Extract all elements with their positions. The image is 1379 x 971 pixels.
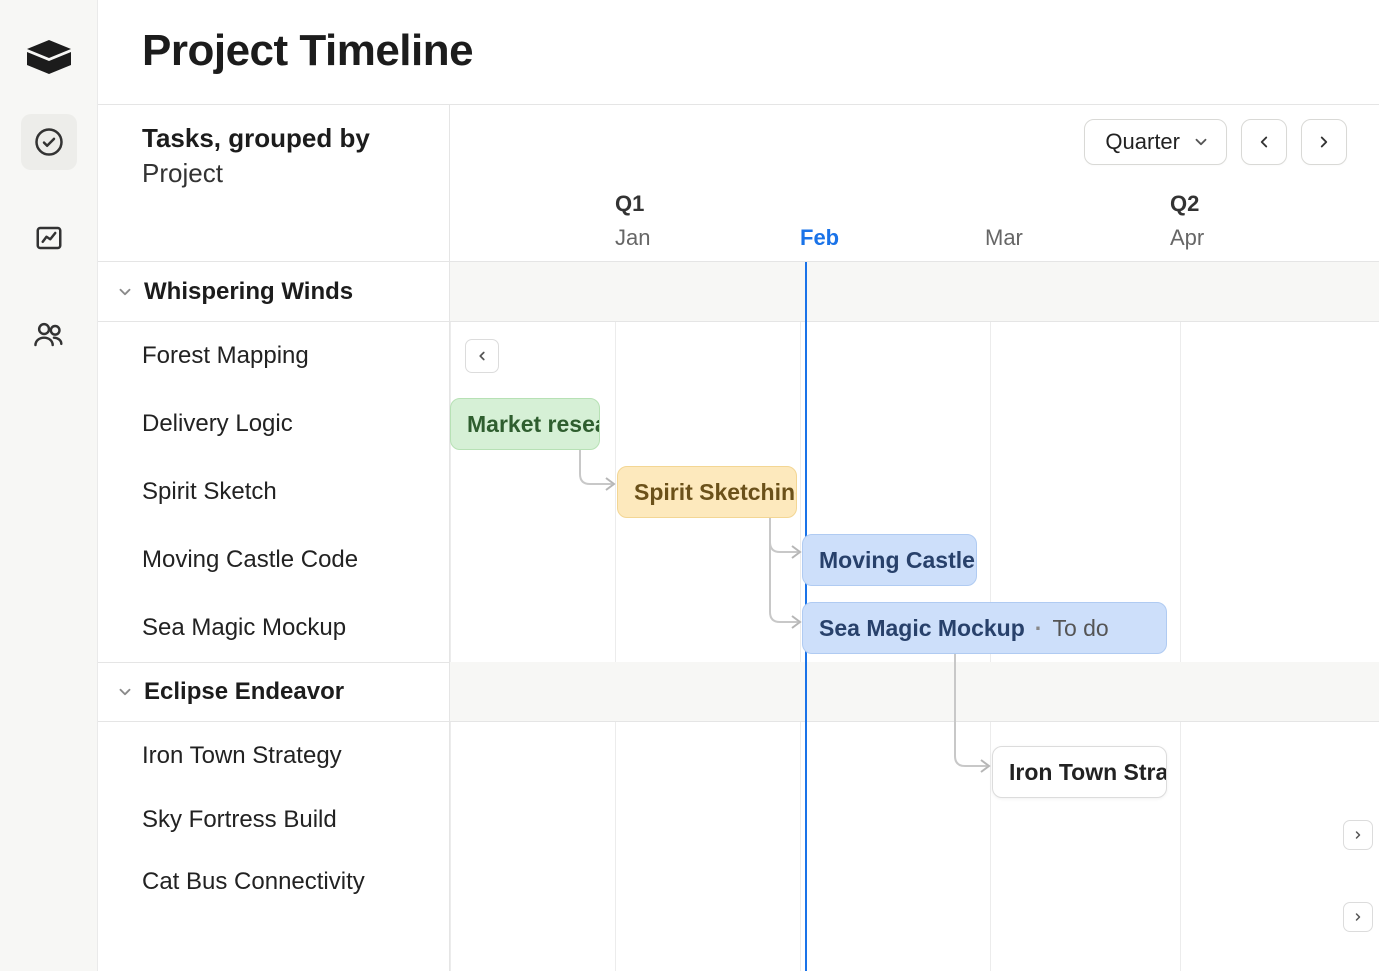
task-row[interactable]: Delivery Logic <box>98 390 449 458</box>
chevron-right-icon <box>1315 133 1333 151</box>
task-bar-sea-magic[interactable]: Sea Magic Mockup · To do <box>802 602 1167 654</box>
task-row[interactable]: Spirit Sketch <box>98 458 449 526</box>
group-by-pane: Tasks, grouped by Project <box>98 105 450 261</box>
chevron-down-icon <box>1192 133 1210 151</box>
timeline-canvas: Market research Spirit Sketching Moving … <box>450 262 1379 971</box>
month-label-current: Feb <box>800 225 839 251</box>
task-bar-spirit-sketch[interactable]: Spirit Sketching <box>617 466 797 518</box>
main: Project Timeline Tasks, grouped by Proje… <box>98 0 1379 971</box>
chart-icon <box>34 223 64 253</box>
group-name: Eclipse Endeavor <box>144 678 344 706</box>
check-circle-icon <box>34 127 64 157</box>
task-bar-moving-castle[interactable]: Moving Castle <box>802 534 977 586</box>
page-title: Project Timeline <box>142 26 1335 76</box>
quarter-label: Q2 <box>1170 191 1199 217</box>
separator-dot: · <box>1035 615 1043 642</box>
sidebar <box>0 0 98 971</box>
task-bar-status: To do <box>1052 615 1108 642</box>
scroll-task-right-button[interactable] <box>1343 820 1373 850</box>
scroll-task-left-button[interactable] <box>465 339 499 373</box>
task-bar-label: Moving Castle <box>819 547 975 574</box>
group-label: Tasks, grouped by <box>142 123 429 154</box>
analytics-nav[interactable] <box>21 210 77 266</box>
task-bar-label: Iron Town Strategy <box>1009 759 1167 786</box>
gridline <box>800 262 801 971</box>
next-period-button[interactable] <box>1301 119 1347 165</box>
task-row[interactable]: Sky Fortress Build <box>98 790 449 850</box>
chevron-left-icon <box>475 349 489 363</box>
people-nav[interactable] <box>21 306 77 362</box>
month-label: Mar <box>985 225 1023 251</box>
month-label: Jan <box>615 225 650 251</box>
chevron-down-icon <box>116 283 134 301</box>
gridline <box>615 262 616 971</box>
task-row[interactable]: Forest Mapping <box>98 322 449 390</box>
task-bar-label: Spirit Sketching <box>634 479 797 506</box>
tasks-nav[interactable] <box>21 114 77 170</box>
group-band <box>450 662 1379 722</box>
task-row[interactable]: Iron Town Strategy <box>98 722 449 790</box>
quarter-label: Q1 <box>615 191 644 217</box>
people-icon <box>33 319 65 349</box>
chevron-down-icon <box>116 683 134 701</box>
scroll-task-right-button[interactable] <box>1343 902 1373 932</box>
view-range-label: Quarter <box>1105 129 1180 155</box>
group-header-eclipse-endeavor[interactable]: Eclipse Endeavor <box>98 662 449 722</box>
titlebar: Project Timeline <box>98 0 1379 104</box>
task-bar-iron-town[interactable]: Iron Town Strategy <box>992 746 1167 798</box>
chevron-right-icon <box>1352 911 1364 923</box>
timeline-header: Tasks, grouped by Project Quarter <box>98 104 1379 262</box>
month-label: Apr <box>1170 225 1204 251</box>
task-row[interactable]: Sea Magic Mockup <box>98 594 449 662</box>
task-bar-label: Sea Magic Mockup <box>819 615 1025 642</box>
task-list: Whispering Winds Forest Mapping Delivery… <box>98 262 450 971</box>
gridline <box>450 262 451 971</box>
task-row[interactable]: Moving Castle Code <box>98 526 449 594</box>
group-band <box>450 262 1379 322</box>
chevron-right-icon <box>1352 829 1364 841</box>
task-bar-market-research[interactable]: Market research <box>450 398 600 450</box>
view-range-select[interactable]: Quarter <box>1084 119 1227 165</box>
task-bar-label: Market research <box>467 411 600 438</box>
task-row[interactable]: Cat Bus Connectivity <box>98 850 449 914</box>
prev-period-button[interactable] <box>1241 119 1287 165</box>
logo-icon <box>27 40 71 74</box>
chevron-left-icon <box>1255 133 1273 151</box>
gridline <box>1180 262 1181 971</box>
group-by-value: Project <box>142 158 429 189</box>
group-header-whispering-winds[interactable]: Whispering Winds <box>98 262 449 322</box>
group-name: Whispering Winds <box>144 278 353 306</box>
axis-pane: Quarter <box>450 105 1379 261</box>
